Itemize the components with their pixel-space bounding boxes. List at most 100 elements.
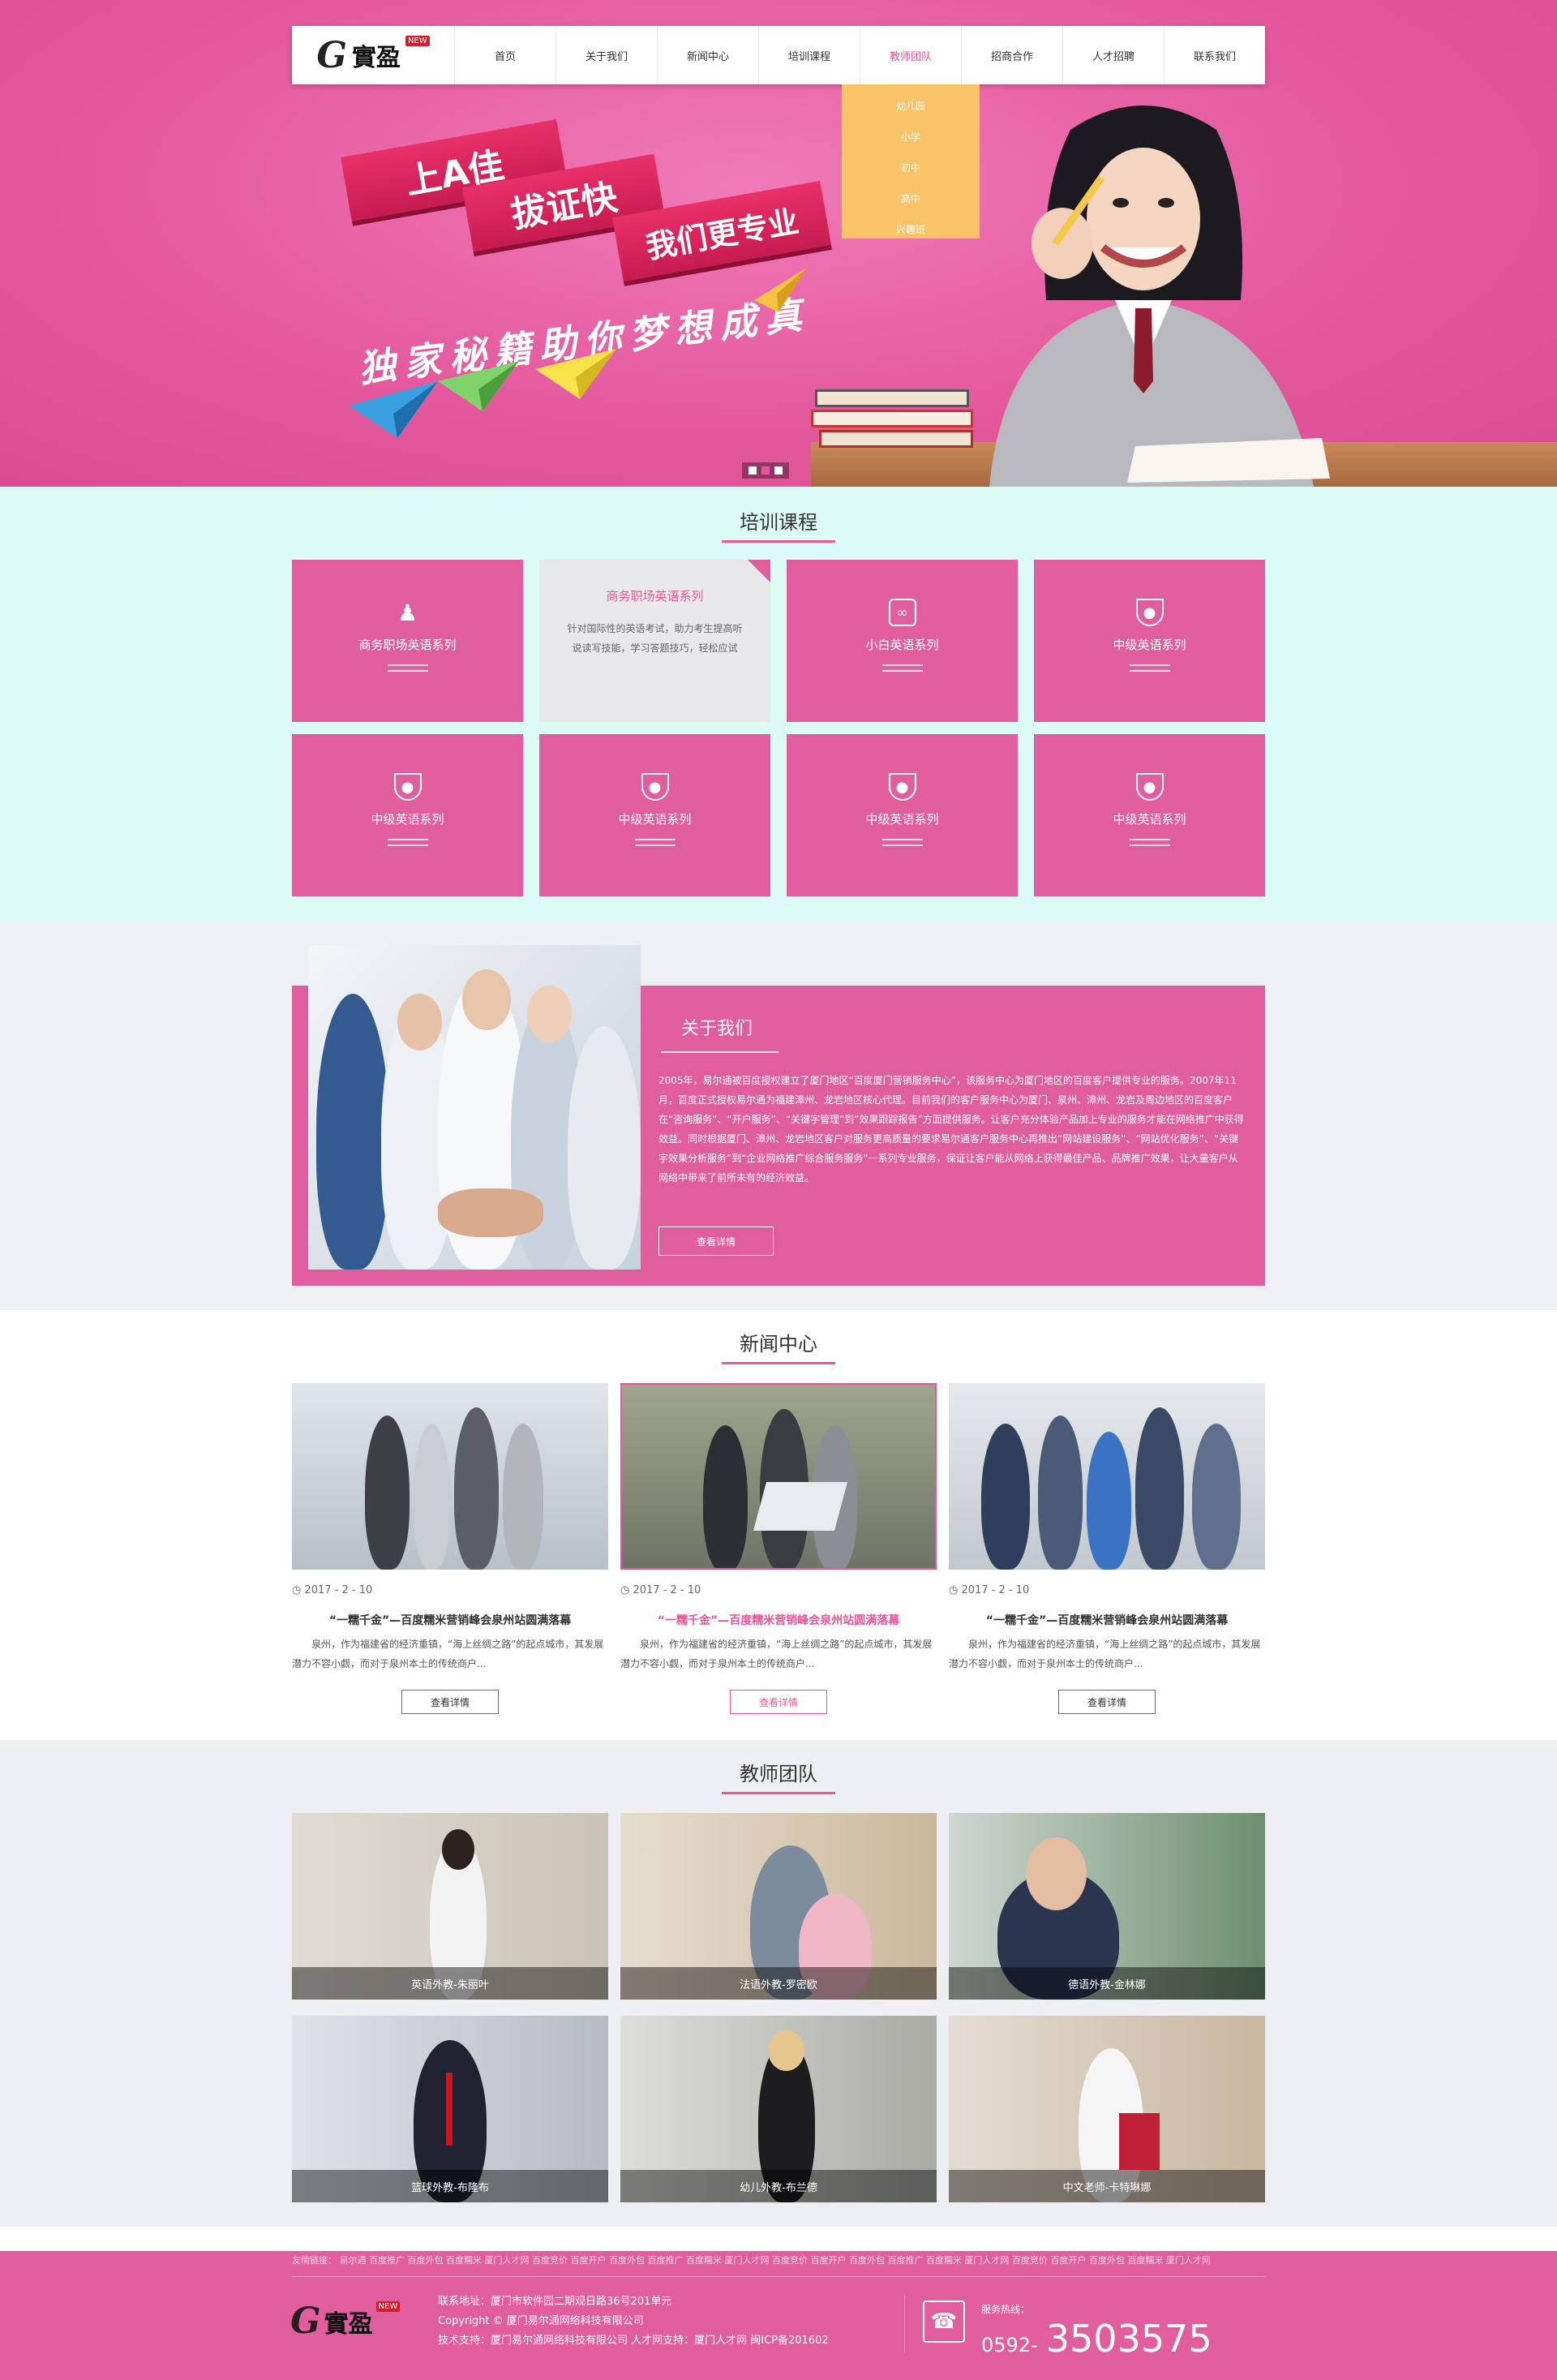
shield-icon: ● — [888, 773, 916, 801]
about-text: 2005年，易尔通被百度授权建立了厦门地区“百度厦门营销服务中心”，该服务中心为… — [658, 1075, 1244, 1184]
dropdown-item-kindergarten[interactable]: 幼儿园 — [842, 91, 980, 122]
news-detail-button[interactable]: 查看详情 — [401, 1690, 499, 1714]
shield-icon: ● — [393, 773, 422, 801]
course-card[interactable]: ● 中级英语系列 — [539, 734, 770, 896]
news-headline[interactable]: “一糯千金”—百度糯米营销峰会泉州站圆满落幕 — [949, 1612, 1265, 1628]
nav-business[interactable]: 招商合作 — [961, 26, 1062, 84]
teacher-card[interactable]: 篮球外教-布隆布 — [292, 2016, 608, 2202]
news-date: ◷ 2017 - 2 - 10 — [949, 1584, 1030, 1596]
footer-logo[interactable]: G 實盈 NEW — [290, 2301, 401, 2342]
nav-contact[interactable]: 联系我们 — [1164, 26, 1265, 84]
course-card[interactable]: ∞ 小白英语系列 — [787, 560, 1018, 722]
nav-news[interactable]: 新闻中心 — [657, 26, 758, 84]
phone-number: 0592- 3503575 — [981, 2317, 1212, 2361]
courses-section: 培训课程 ♟ 商务职场英语系列 商务职场英语系列 针对国际性的英语考试，助力考生… — [0, 487, 1557, 921]
teacher-card[interactable]: 英语外教-朱丽叶 — [292, 1813, 608, 2000]
course-card[interactable]: ● 中级英语系列 — [292, 734, 523, 896]
shield-icon: ● — [1135, 599, 1164, 626]
course-card-hover[interactable]: 商务职场英语系列 针对国际性的英语考试，助力考生提高听说读写技能，学习答题技巧，… — [539, 560, 770, 722]
teacher-card[interactable]: 德语外教-金林娜 — [949, 1813, 1265, 2000]
course-card[interactable]: ● 中级英语系列 — [787, 734, 1018, 896]
courses-title: 培训课程 — [740, 511, 817, 534]
course-card-label: 商务职场英语系列 — [606, 589, 704, 604]
teachers-section: 教师团队 英语外教-朱丽叶 法语外教-罗密欧 德语外教-金林娜 篮球外教-布隆布… — [0, 1740, 1557, 2227]
teacher-caption: 篮球外教-布隆布 — [292, 2170, 608, 2202]
slide-dot[interactable] — [748, 466, 757, 475]
course-card-label: 小白英语系列 — [865, 638, 939, 652]
logo-new-badge: NEW — [375, 2301, 401, 2312]
nav-teachers[interactable]: 教师团队 — [860, 26, 961, 84]
courses-title-underline — [722, 540, 835, 543]
news-date-text: 2017 - 2 - 10 — [961, 1584, 1030, 1596]
nav-courses[interactable]: 培训课程 — [758, 26, 860, 84]
news-headline[interactable]: “一糯千金”—百度糯米营销峰会泉州站圆满落幕 — [292, 1612, 608, 1628]
footer-copyright: Copyright © 厦门易尔通网络科技有限公司 — [438, 2315, 644, 2327]
news-image-selected[interactable] — [620, 1383, 937, 1570]
course-card[interactable]: ♟ 商务职场英语系列 — [292, 560, 523, 722]
slide-dot-active[interactable] — [761, 466, 770, 475]
slide-dot[interactable] — [774, 466, 783, 475]
teacher-caption: 中文老师-卡特琳娜 — [949, 2170, 1265, 2202]
ribbon-3: 我们更专业 — [612, 181, 831, 281]
dropdown-item-senior[interactable]: 高中 — [842, 183, 980, 214]
logo-new-badge: NEW — [405, 35, 430, 46]
nav-about[interactable]: 关于我们 — [555, 26, 657, 84]
news-title: 新闻中心 — [740, 1333, 817, 1355]
about-detail-button[interactable]: 查看详情 — [658, 1227, 774, 1256]
corner-triangle — [748, 560, 770, 582]
course-card[interactable]: ● 中级英语系列 — [1034, 734, 1265, 896]
news-headline[interactable]: “一糯千金”—百度糯米营销峰会泉州站圆满落幕 — [620, 1612, 937, 1628]
footer-vertical-divider — [904, 2296, 905, 2352]
card-divider — [881, 839, 923, 846]
news-summary: 泉州，作为福建省的经济重镇，“海上丝绸之路”的起点城市，其发展潜力不容小觑，而对… — [620, 1639, 933, 1669]
teachers-title: 教师团队 — [740, 1763, 817, 1785]
footer-support: 技术支持：厦门易尔通网络科技有限公司 人才网支持：厦门人才网 闽ICP备2016… — [438, 2335, 829, 2347]
course-card-label: 中级英语系列 — [618, 812, 692, 827]
slider-dots — [742, 462, 789, 479]
dropdown-item-primary[interactable]: 小学 — [842, 122, 980, 153]
student-photo — [989, 105, 1330, 487]
dropdown-item-junior[interactable]: 初中 — [842, 153, 980, 183]
logo-g-mark: G — [290, 2301, 321, 2342]
phone-main: 3503575 — [1045, 2317, 1212, 2361]
news-image[interactable] — [292, 1383, 608, 1570]
paper-plane-icon — [349, 381, 438, 438]
about-team-photo — [308, 945, 641, 1269]
footer-divider — [292, 2276, 1265, 2277]
nav-home[interactable]: 首页 — [454, 26, 555, 84]
logo-text: 實盈 — [324, 2309, 373, 2339]
teacher-card[interactable]: 幼儿外教-布兰德 — [620, 2016, 937, 2202]
news-summary: 泉州，作为福建省的经济重镇，“海上丝绸之路”的起点城市，其发展潜力不容小觑，而对… — [949, 1639, 1261, 1669]
teachers-title-underline — [722, 1792, 835, 1794]
card-divider — [634, 839, 676, 846]
course-card-label: 商务职场英语系列 — [358, 638, 457, 652]
course-card-label: 中级英语系列 — [865, 812, 939, 827]
teacher-card[interactable]: 法语外教-罗密欧 — [620, 1813, 937, 2000]
dropdown-item-interest[interactable]: 兴趣班 — [842, 214, 980, 245]
card-divider — [1129, 839, 1170, 846]
card-divider — [881, 664, 923, 672]
friend-links[interactable]: 友情链接： 易尔通 百度推广 百度外包 百度糯米 厦门人才网 百度竞价 百度开户… — [292, 2253, 1265, 2266]
paper-plane-icon — [535, 349, 616, 399]
footer-address: 联系地址：厦门市软件园二期观日路36号201单元 — [438, 2296, 672, 2308]
news-date-text: 2017 - 2 - 10 — [633, 1584, 701, 1596]
site-logo[interactable]: G 實盈 NEW — [292, 26, 454, 84]
teacher-card[interactable]: 中文老师-卡特琳娜 — [949, 2016, 1265, 2202]
news-image[interactable] — [949, 1383, 1265, 1570]
course-card-label: 中级英语系列 — [1113, 812, 1186, 827]
news-date: ◷ 2017 - 2 - 10 — [620, 1584, 701, 1596]
news-section: 新闻中心 ◷ 2017 - 2 - 10 ◷ 2017 - 2 - 10 ◷ 2… — [0, 1310, 1557, 1740]
about-title: 关于我们 — [681, 1019, 753, 1039]
news-detail-button[interactable]: 查看详情 — [730, 1690, 827, 1714]
course-card[interactable]: ● 中级英语系列 — [1034, 560, 1265, 722]
teachers-dropdown: 幼儿园 小学 初中 高中 兴趣班 — [842, 84, 980, 238]
news-summary: 泉州，作为福建省的经济重镇，“海上丝绸之路”的起点城市，其发展潜力不容小觑，而对… — [292, 1639, 604, 1669]
main-nav: G 實盈 NEW 首页 关于我们 新闻中心 培训课程 教师团队 招商合作 人才招… — [292, 26, 1265, 84]
news-detail-button[interactable]: 查看详情 — [1058, 1690, 1156, 1714]
phone-label: 服务热线： — [981, 2304, 1031, 2315]
logo-g-mark: G — [316, 34, 347, 76]
card-divider — [387, 839, 428, 846]
nav-jobs[interactable]: 人才招聘 — [1062, 26, 1164, 84]
logo-text: 實盈 — [351, 44, 401, 72]
teacher-caption: 德语外教-金林娜 — [949, 1967, 1265, 2000]
